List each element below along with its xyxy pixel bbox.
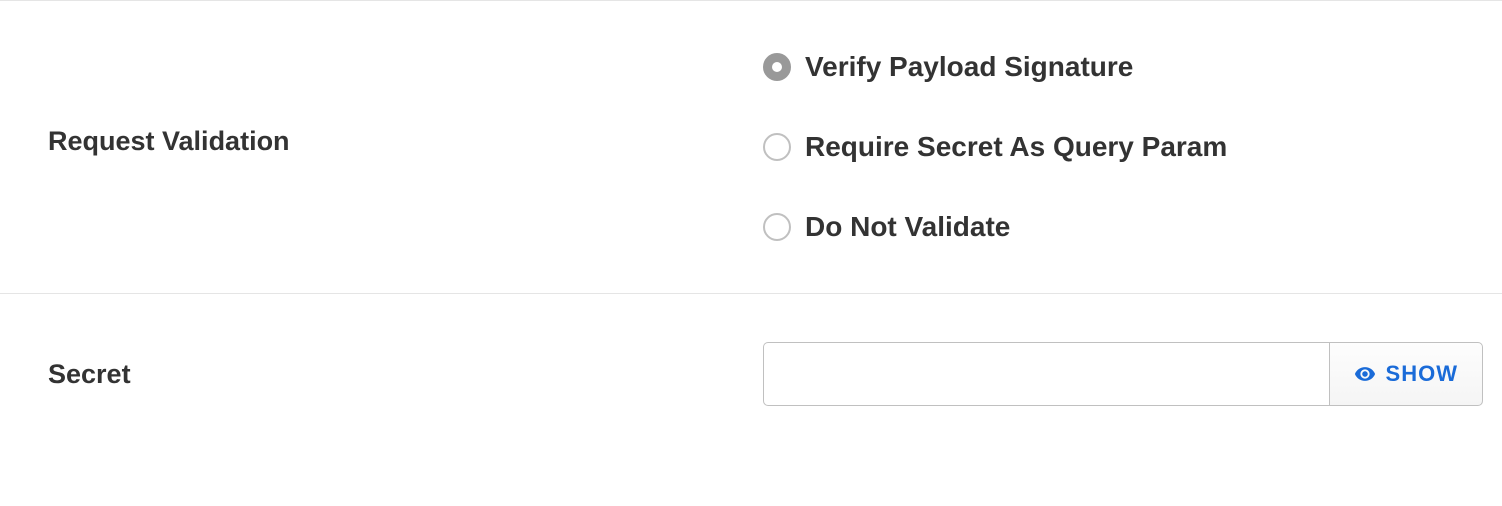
radio-icon-selected: [763, 53, 791, 81]
radio-icon: [763, 133, 791, 161]
show-secret-button[interactable]: SHOW: [1329, 342, 1483, 406]
secret-input-group: SHOW: [763, 342, 1483, 406]
eye-icon: [1354, 363, 1376, 385]
request-validation-radio-group: Verify Payload Signature Require Secret …: [763, 51, 1454, 243]
secret-label-col: Secret: [48, 342, 763, 406]
radio-verify-payload-signature[interactable]: Verify Payload Signature: [763, 51, 1454, 83]
request-validation-label-col: Request Validation: [48, 51, 763, 243]
radio-require-secret-query-param[interactable]: Require Secret As Query Param: [763, 131, 1454, 163]
radio-label: Require Secret As Query Param: [805, 131, 1227, 163]
radio-icon: [763, 213, 791, 241]
secret-input[interactable]: [763, 342, 1329, 406]
secret-label: Secret: [48, 359, 131, 390]
radio-do-not-validate[interactable]: Do Not Validate: [763, 211, 1454, 243]
secret-section: Secret SHOW: [0, 293, 1502, 456]
secret-control-col: SHOW: [763, 342, 1483, 406]
show-button-label: SHOW: [1386, 361, 1458, 387]
request-validation-section: Request Validation Verify Payload Signat…: [0, 0, 1502, 293]
request-validation-control-col: Verify Payload Signature Require Secret …: [763, 51, 1454, 243]
radio-label: Verify Payload Signature: [805, 51, 1133, 83]
request-validation-label: Request Validation: [48, 126, 290, 157]
radio-label: Do Not Validate: [805, 211, 1010, 243]
